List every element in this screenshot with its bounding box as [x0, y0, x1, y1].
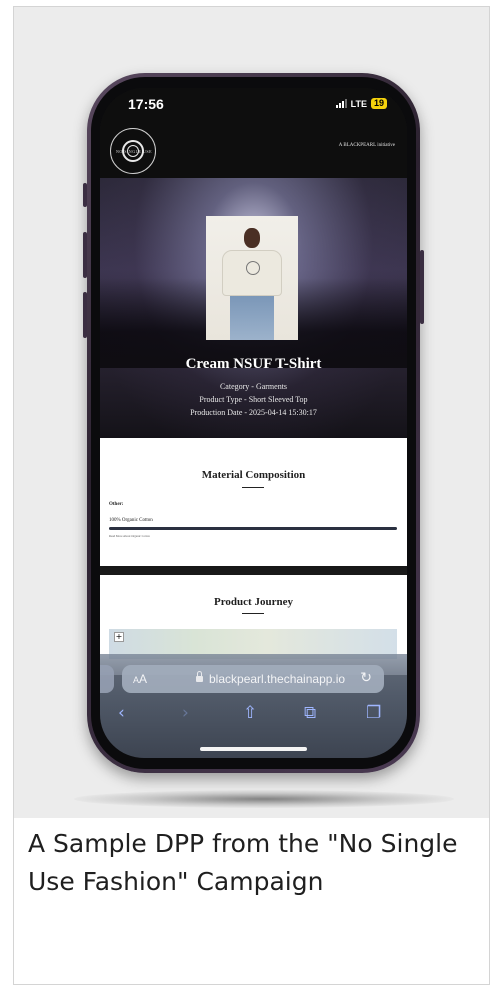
- material-composition-card: Material Composition Other: 100% Organic…: [100, 438, 407, 566]
- phone-action-button: [83, 183, 87, 207]
- url-text: blackpearl.thechainapp.io: [209, 672, 346, 686]
- map-zoom-in-button[interactable]: +: [114, 632, 124, 642]
- product-hero: Cream NSUF T-Shirt Category - Garments P…: [100, 178, 407, 438]
- tabs-icon[interactable]: ❐: [366, 703, 381, 723]
- site-header: NO SINGLE USE FASHION A BLACKPEARL initi…: [100, 122, 407, 178]
- chevron-right-icon[interactable]: ›: [182, 703, 189, 723]
- production-date: Production Date - 2025-04-14 15:30:17: [190, 408, 317, 417]
- model-jeans: [230, 296, 274, 340]
- brand-tagline: A BLACKPEARL initiative: [338, 143, 395, 148]
- phone-volume-down-button: [83, 292, 87, 338]
- journey-heading: Product Journey: [214, 596, 293, 608]
- phone-volume-up-button: [83, 232, 87, 278]
- home-indicator: [200, 747, 307, 751]
- reader-settings-button[interactable]: AA: [133, 672, 147, 686]
- status-time: 17:56: [128, 96, 164, 112]
- material-read-more-link[interactable]: Read More About Organic Cotton: [109, 534, 150, 538]
- material-heading: Material Composition: [201, 469, 306, 481]
- model-shirt: [222, 250, 282, 296]
- aa-large: A: [139, 672, 148, 686]
- browser-toolbar: ‹ › ⇧ ⧉ ❐: [100, 701, 407, 727]
- brand-logo[interactable]: NO SINGLE USE FASHION: [110, 128, 156, 174]
- share-icon[interactable]: ⇧: [243, 703, 257, 723]
- phone-shadow: [74, 790, 454, 808]
- material-share-fill: [109, 527, 397, 530]
- browser-chrome: AA blackpearl.thechainapp.io ↻ ‹ › ⇧ ⧉ ❐: [100, 654, 407, 758]
- shirt-logo-icon: [246, 261, 260, 275]
- reload-icon[interactable]: ↻: [360, 670, 372, 686]
- product-category: Category - Garments: [219, 382, 288, 391]
- network-type: LTE: [350, 98, 367, 109]
- status-indicators: LTE 19: [335, 98, 387, 109]
- product-type: Product Type - Short Sleeved Top: [199, 395, 308, 404]
- model-head: [244, 228, 260, 248]
- previous-tab-edge[interactable]: [100, 665, 114, 693]
- material-item: 100% Organic Cotton: [109, 518, 153, 523]
- figure-caption: A Sample DPP from the "No Single Use Fas…: [28, 829, 458, 896]
- product-photo: [206, 216, 298, 340]
- heading-rule: [242, 487, 264, 488]
- chevron-left-icon[interactable]: ‹: [118, 703, 125, 723]
- battery-icon: 19: [370, 98, 387, 109]
- lock-icon: [196, 671, 203, 682]
- material-group-label: Other:: [109, 502, 124, 507]
- product-title: Cream NSUF T-Shirt: [185, 356, 322, 372]
- material-share-bar: [109, 527, 397, 530]
- book-icon[interactable]: ⧉: [304, 703, 316, 723]
- heading-rule: [242, 613, 264, 614]
- signal-icon: [335, 99, 347, 108]
- address-bar[interactable]: AA blackpearl.thechainapp.io ↻: [122, 665, 384, 693]
- status-bar: 17:56 LTE 19: [100, 88, 407, 122]
- phone-screen: 17:56 LTE 19 NO SINGLE USE FASHION A BLA…: [100, 88, 407, 758]
- phone-power-button: [420, 250, 424, 324]
- swirl-inner: [127, 145, 139, 157]
